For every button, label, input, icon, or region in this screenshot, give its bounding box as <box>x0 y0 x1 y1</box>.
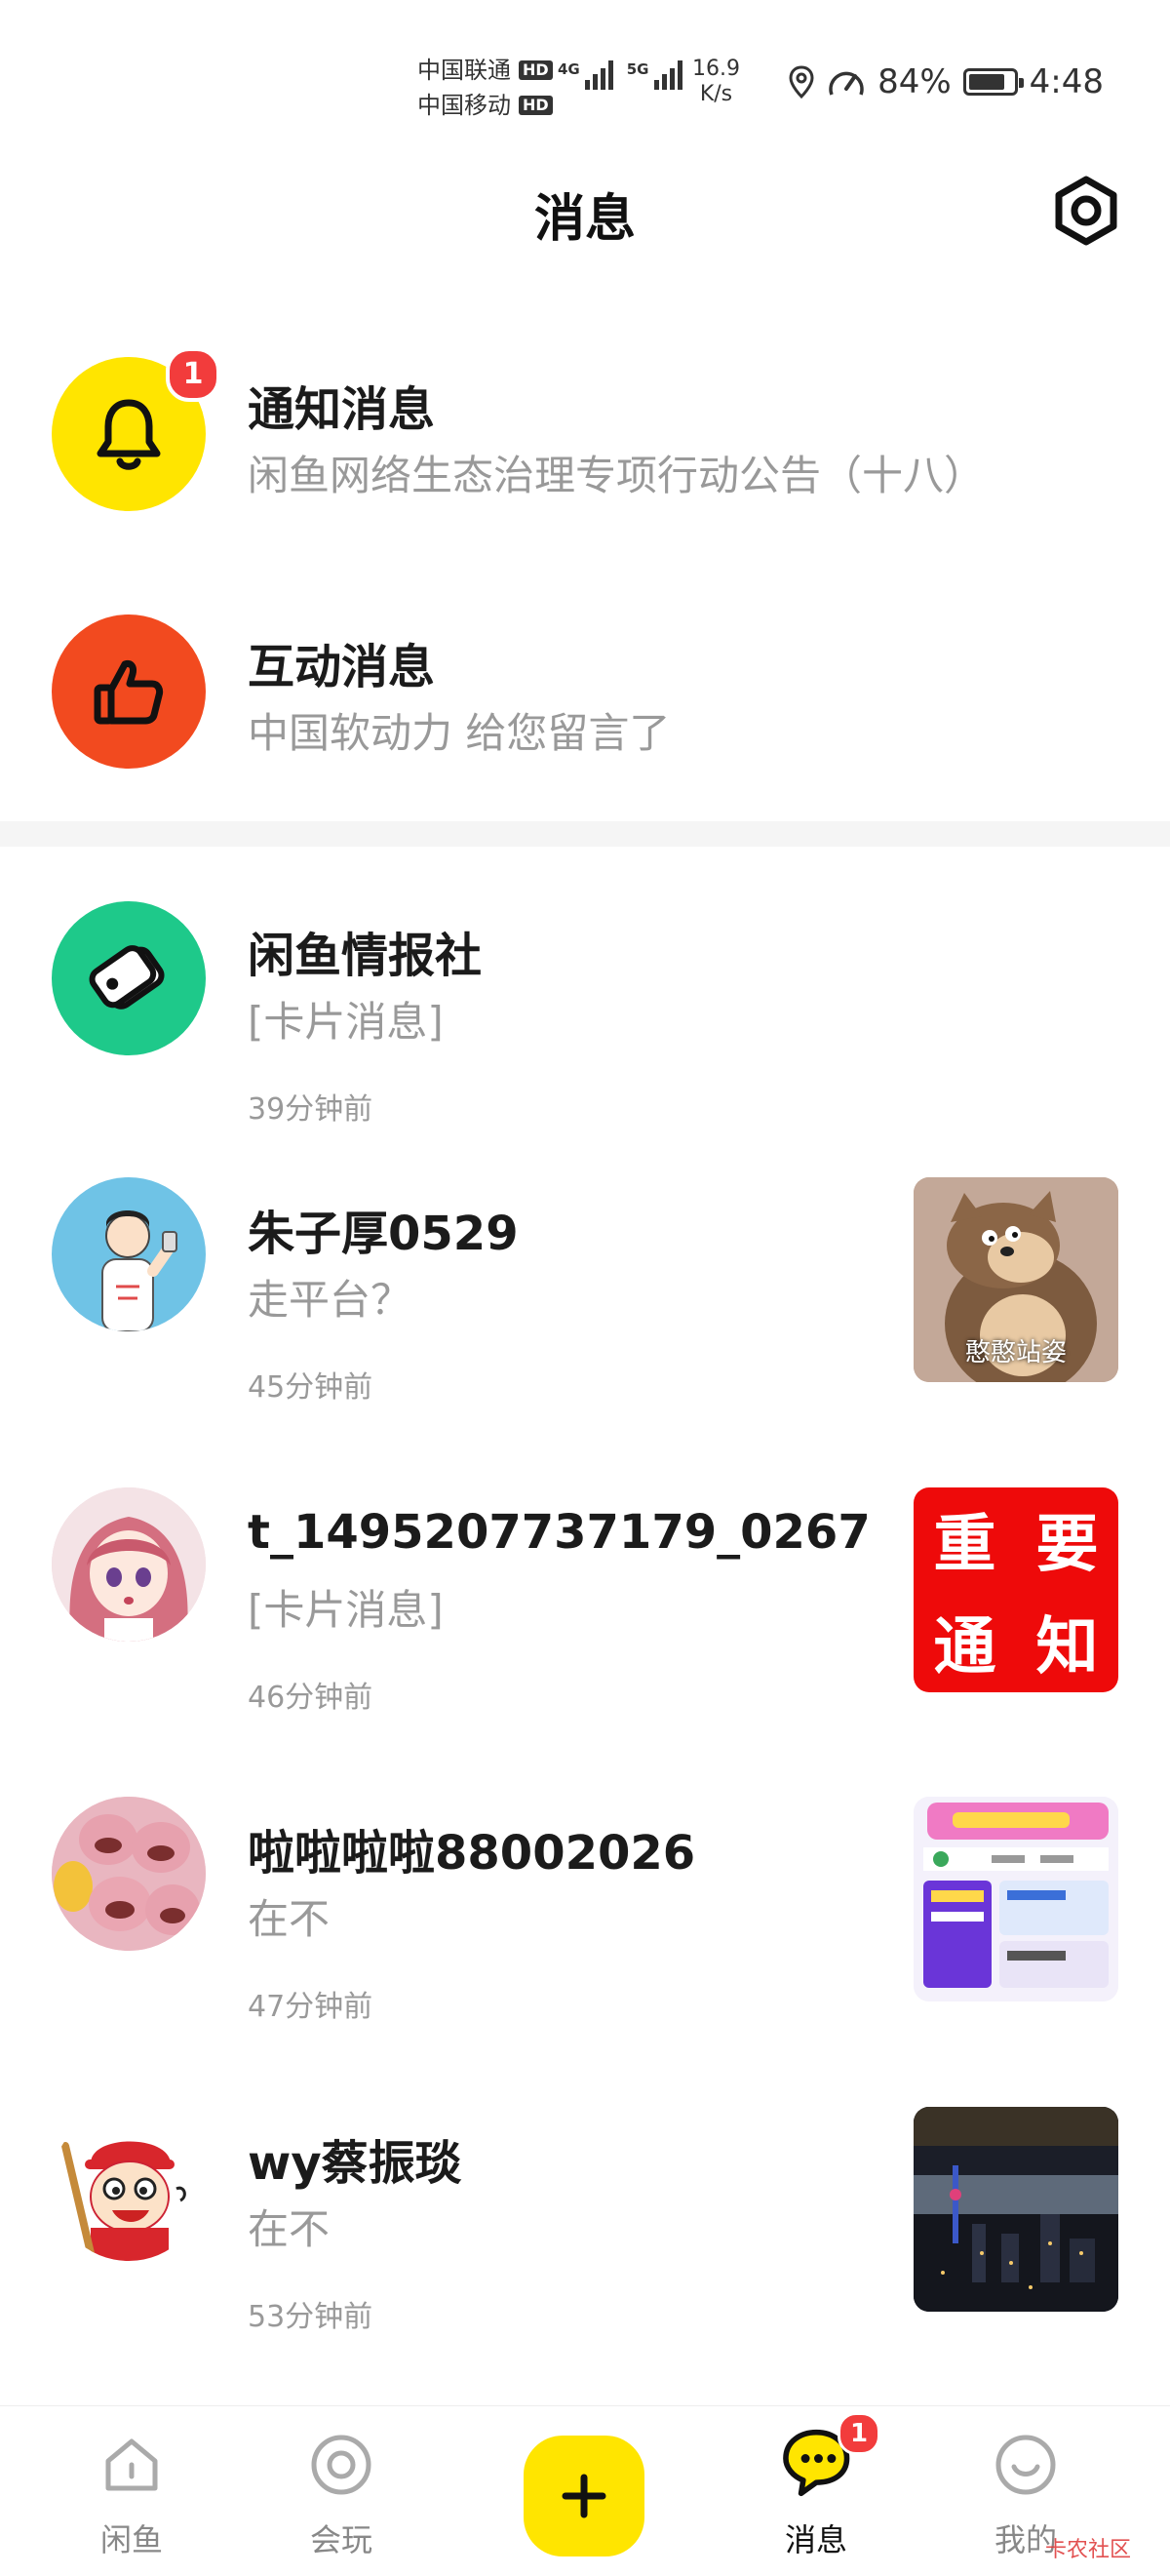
conversation-row[interactable]: t_1495207737179_0267 [卡片消息] 46分钟前 重 要 通 … <box>0 1466 1170 1729</box>
notification-badge: 1 <box>166 347 220 402</box>
conversation-name: wy蔡振琰 <box>248 2136 462 2191</box>
battery-percent: 84% <box>878 62 952 101</box>
home-icon <box>105 2438 158 2491</box>
section-divider <box>0 821 1170 847</box>
nav-play[interactable]: 会玩 <box>244 2406 439 2576</box>
conversation-name: 闲鱼情报社 <box>248 929 483 983</box>
notification-message-row[interactable]: 1 通知消息 闲鱼网络生态治理专项行动公告（十八） <box>0 332 1170 527</box>
row-subtitle: 中国软动力 给您留言了 <box>248 709 671 757</box>
bottom-navigation: 闲鱼 会玩 1 消息 我的 <box>0 2405 1170 2576</box>
conversation-time: 47分钟前 <box>248 1990 373 2024</box>
row-subtitle: 闲鱼网络生态治理专项行动公告（十八） <box>248 452 986 499</box>
conversation-row[interactable]: 闲鱼情报社 [卡片消息] 39分钟前 <box>0 878 1170 1141</box>
carrier-1: 中国联通 <box>417 57 511 84</box>
tag-icon <box>89 945 165 1010</box>
conversation-preview: [卡片消息] <box>248 1586 444 1634</box>
item-thumbnail[interactable]: 憨憨站姿 <box>914 1177 1118 1382</box>
interaction-avatar <box>52 614 206 769</box>
conversation-preview: 在不 <box>248 2205 331 2253</box>
circle-play-icon <box>311 2435 371 2495</box>
nav-label: 消息 <box>784 2521 847 2558</box>
signal-5g-icon: 5G <box>627 60 682 90</box>
anime-girl-avatar-icon <box>52 1487 206 1642</box>
avatar <box>52 1797 206 1951</box>
messages-badge: 1 <box>838 2412 880 2455</box>
conversation-row[interactable]: 啦啦啦啦88002026 在不 47分钟前 <box>0 1775 1170 2039</box>
conversation-time: 39分钟前 <box>248 1092 373 1127</box>
signal-icons: 4G 5G <box>558 60 682 90</box>
city-night-view-image <box>914 2107 1118 2312</box>
conversation-preview: 在不 <box>248 1895 331 1943</box>
status-bar: 中国联通 HD 中国移动 HD 4G 5G 16.9 K/s 84% 4:48 <box>0 0 1170 146</box>
row-title: 通知消息 <box>248 382 436 437</box>
clock: 4:48 <box>1029 62 1104 101</box>
settings-hexagon-icon <box>1055 176 1117 246</box>
app-screenshot-image <box>914 1797 1118 2001</box>
watermark-logo: 卡农社区 <box>1044 2538 1131 2562</box>
speedometer-icon <box>829 71 864 96</box>
conversation-name: 朱子厚0529 <box>248 1207 519 1261</box>
conversation-preview: 走平台？ <box>248 1276 412 1324</box>
nav-home[interactable]: 闲鱼 <box>34 2406 229 2576</box>
conversation-name: t_1495207737179_0267 <box>248 1505 871 1560</box>
conversation-time: 46分钟前 <box>248 1681 373 1715</box>
conversation-time: 53分钟前 <box>248 2300 373 2334</box>
item-thumbnail[interactable] <box>914 2107 1118 2312</box>
hd-icon: HD <box>519 60 553 80</box>
hd-icon: HD <box>519 96 553 115</box>
signal-4g-icon: 4G <box>558 60 613 90</box>
network-speed: 16.9 K/s <box>692 57 740 106</box>
conversation-row[interactable]: 朱子厚0529 走平台？ 45分钟前 憨憨站姿 <box>0 1156 1170 1419</box>
plus-icon <box>562 2474 606 2518</box>
conversation-row[interactable]: wy蔡振琰 在不 53分钟前 <box>0 2085 1170 2349</box>
page-title: 消息 <box>533 190 636 249</box>
mascot-boy-avatar-icon <box>52 2107 206 2261</box>
plush-toys-avatar-icon <box>52 1797 206 1951</box>
avatar <box>52 1177 206 1331</box>
avatar <box>52 901 206 1055</box>
thumbnail-caption: 憨憨站姿 <box>964 1338 1067 1367</box>
conversation-time: 45分钟前 <box>248 1370 373 1405</box>
thumbs-up-icon <box>94 660 164 725</box>
row-title: 互动消息 <box>248 640 436 694</box>
avatar <box>52 1487 206 1642</box>
bell-icon <box>97 399 161 470</box>
carrier-info: 中国联通 HD 中国移动 HD <box>417 53 553 123</box>
item-thumbnail[interactable]: 重 要 通 知 <box>914 1487 1118 1692</box>
important-notice-image: 重 要 通 知 <box>933 1507 1099 1684</box>
interaction-message-row[interactable]: 互动消息 中国软动力 给您留言了 <box>0 589 1170 784</box>
publish-button[interactable] <box>524 2436 644 2556</box>
settings-button[interactable] <box>1047 172 1125 250</box>
nav-label: 会玩 <box>309 2521 372 2558</box>
item-thumbnail[interactable] <box>914 1797 1118 2001</box>
nav-messages[interactable]: 1 消息 <box>719 2406 914 2576</box>
nav-label: 闲鱼 <box>99 2521 163 2558</box>
location-icon <box>789 65 814 99</box>
battery-icon <box>962 68 1024 96</box>
profile-icon <box>995 2435 1056 2495</box>
cartoon-man-avatar-icon <box>101 1210 177 1331</box>
conversation-name: 啦啦啦啦88002026 <box>248 1826 696 1881</box>
conversation-preview: [卡片消息] <box>248 998 444 1046</box>
carrier-2: 中国移动 <box>417 92 511 119</box>
avatar <box>52 2107 206 2261</box>
